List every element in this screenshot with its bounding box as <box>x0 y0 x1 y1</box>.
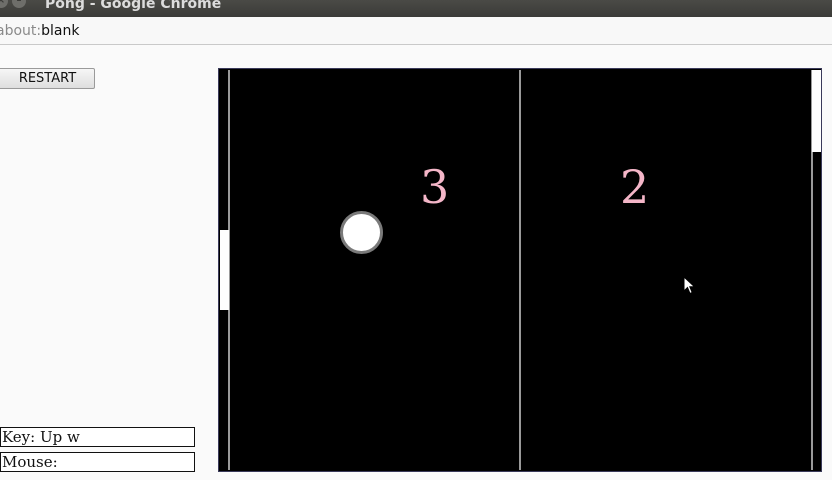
address-bar[interactable]: about:blank <box>0 17 832 45</box>
right-score: 2 <box>620 160 650 214</box>
restart-button[interactable]: RESTART <box>0 68 95 89</box>
close-icon[interactable]: × <box>0 0 8 8</box>
window-title: Pong - Google Chrome <box>45 0 222 12</box>
url-path: blank <box>41 23 80 39</box>
mouse-cursor-icon <box>683 276 696 295</box>
pong-canvas[interactable]: 3 2 <box>218 68 822 472</box>
minimize-icon[interactable]: – <box>12 0 26 8</box>
key-status: Key: Up w <box>0 427 195 447</box>
left-paddle <box>220 230 229 310</box>
window-titlebar: × – Pong - Google Chrome <box>0 0 832 17</box>
center-line <box>519 70 521 470</box>
left-score: 3 <box>420 160 450 214</box>
right-paddle <box>812 70 821 152</box>
url-scheme: about: <box>0 23 42 39</box>
ball <box>340 211 383 254</box>
mouse-status: Mouse: <box>0 452 195 472</box>
